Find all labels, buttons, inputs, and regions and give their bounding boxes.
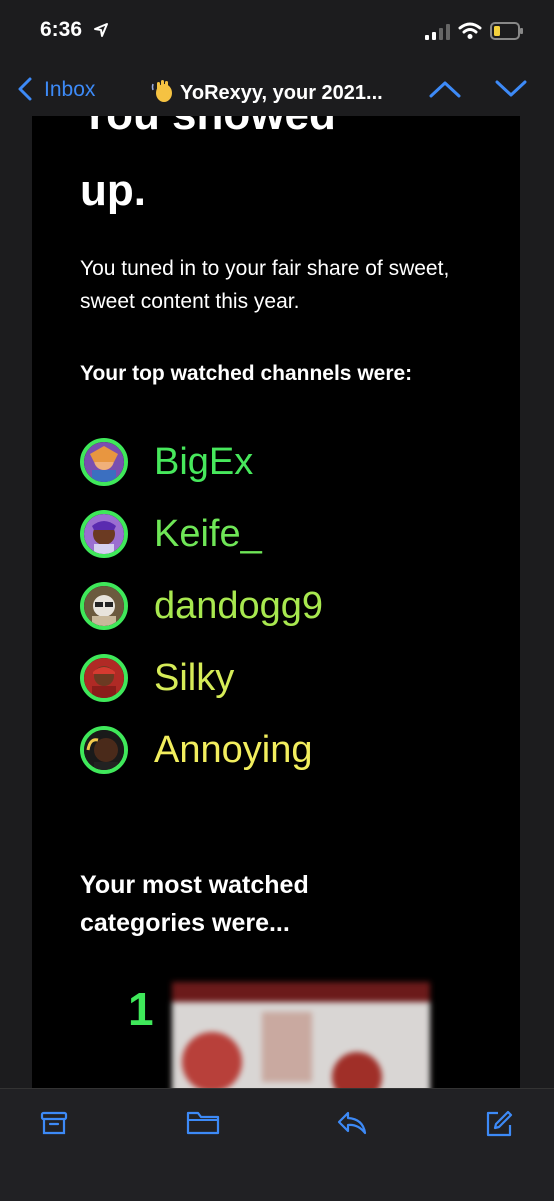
categories-heading: Your most watched categories were... (80, 871, 309, 937)
waving-hand-icon (151, 80, 172, 102)
top-channels-heading: Your top watched channels were: (80, 362, 413, 385)
channel-item[interactable]: dandogg9 (80, 582, 323, 630)
archive-icon[interactable] (40, 1109, 68, 1137)
compose-icon[interactable] (484, 1109, 514, 1139)
reply-icon[interactable] (336, 1109, 368, 1137)
category-rank: 1 (128, 983, 154, 1035)
channel-name: BigEx (154, 440, 254, 483)
channel-item[interactable]: Keife_ (80, 510, 262, 558)
channel-avatar (80, 438, 128, 486)
email-subject-text: YoRexyy, your 2021... (180, 82, 383, 104)
channel-name: dandogg9 (154, 584, 324, 627)
hero-heading-partial: You showed (80, 116, 336, 140)
wifi-icon (458, 22, 482, 39)
battery-icon (490, 22, 523, 40)
email-subject: YoRexyy, your 2021... (150, 78, 383, 105)
hero-heading: up. (80, 166, 146, 215)
location-arrow-icon (94, 23, 108, 37)
folder-icon[interactable] (186, 1109, 220, 1137)
inbox-back-button[interactable]: Inbox (44, 78, 95, 102)
next-message-icon[interactable] (494, 78, 528, 100)
channel-name: Annoying (154, 728, 313, 771)
status-bar: 6:36 (0, 0, 554, 62)
status-time: 6:36 (40, 18, 83, 41)
category-thumbnail[interactable] (172, 982, 430, 1088)
previous-message-icon[interactable] (428, 78, 462, 100)
back-chevron-icon[interactable] (16, 76, 34, 102)
channel-avatar (80, 582, 128, 630)
channel-item[interactable]: Silky (80, 654, 234, 702)
channel-name: Silky (154, 656, 235, 699)
channel-avatar (80, 726, 128, 774)
mail-nav-bar: Inbox YoRexyy, your 2021... (0, 62, 554, 116)
signal-icon (425, 24, 450, 40)
mail-toolbar (0, 1088, 554, 1201)
channel-avatar (80, 510, 128, 558)
email-body[interactable]: You showed up. You tuned in to your fair… (32, 116, 520, 1088)
channel-name: Keife_ (154, 512, 262, 555)
intro-paragraph: You tuned in to your fair share of sweet… (80, 257, 450, 313)
channel-avatar (80, 654, 128, 702)
channel-item[interactable]: BigEx (80, 438, 253, 486)
channel-item[interactable]: Annoying (80, 726, 312, 774)
